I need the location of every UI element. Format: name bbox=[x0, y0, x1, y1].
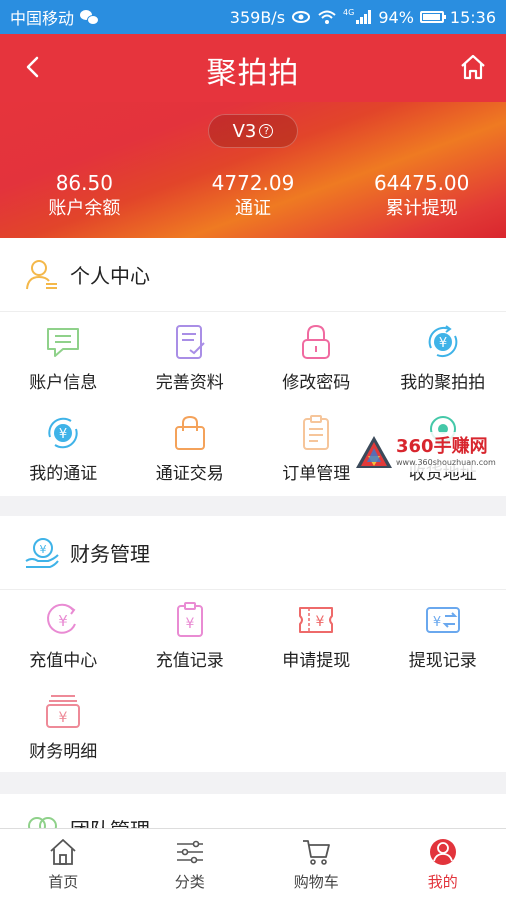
stat-value: 4772.09 bbox=[211, 171, 295, 195]
menu-label: 账户信息 bbox=[29, 373, 98, 393]
svg-text:¥: ¥ bbox=[59, 427, 67, 442]
member-level-badge[interactable]: V3 ? bbox=[208, 114, 298, 148]
menu-label: 通证交易 bbox=[155, 464, 224, 484]
cart-icon bbox=[303, 840, 331, 865]
network-speed: 359B/s bbox=[229, 7, 286, 27]
menu-recharge-records[interactable]: ¥ 充值记录 bbox=[127, 590, 254, 681]
yen-circle-icon: ¥ bbox=[47, 603, 77, 634]
carrier-name: 中国移动 bbox=[10, 9, 75, 28]
stat-label: 账户余额 bbox=[48, 198, 121, 219]
menu-complete-profile[interactable]: 完善资料 bbox=[127, 312, 254, 403]
clipboard-icon bbox=[303, 415, 330, 450]
stat-label: 通证 bbox=[235, 198, 271, 219]
svg-text:¥: ¥ bbox=[439, 336, 447, 351]
user-profile-icon bbox=[26, 259, 57, 289]
user-icon bbox=[429, 839, 456, 865]
svg-text:¥: ¥ bbox=[316, 614, 325, 630]
svg-text:¥: ¥ bbox=[59, 710, 68, 726]
battery-percent: 94% bbox=[378, 7, 414, 27]
help-icon: ? bbox=[259, 124, 274, 138]
watermark-url: www.360shouzhuan.com bbox=[396, 458, 496, 467]
nav-label: 购物车 bbox=[293, 873, 339, 891]
sliders-icon bbox=[176, 840, 203, 864]
edit-document-icon bbox=[175, 325, 205, 359]
nav-label: 我的 bbox=[427, 873, 458, 891]
menu-apply-withdraw[interactable]: ¥ 申请提现 bbox=[253, 590, 380, 681]
bottom-navigation: 首页 分类 购物车 我的 bbox=[0, 828, 506, 900]
clock: 15:36 bbox=[449, 7, 496, 27]
section-header: 个人中心 bbox=[0, 238, 506, 312]
nav-label: 首页 bbox=[48, 873, 79, 891]
svg-text:¥: ¥ bbox=[433, 615, 441, 630]
watermark-text: 360手赚网 bbox=[396, 436, 488, 457]
menu-label: 财务明细 bbox=[29, 742, 98, 762]
menu-label: 充值中心 bbox=[29, 651, 98, 671]
watermark-logo-icon bbox=[356, 436, 392, 468]
menu-label: 我的通证 bbox=[29, 464, 98, 484]
status-bar: 中国移动 359B/s 4G 94% 15:36 bbox=[0, 0, 506, 34]
menu-label: 充值记录 bbox=[155, 651, 224, 671]
account-header: 聚拍拍 V3 ? 86.50 账户余额 4772.09 通证 64475.00 … bbox=[0, 34, 506, 238]
yen-stack-icon: ¥ bbox=[46, 695, 81, 728]
stat-label: 累计提现 bbox=[385, 198, 458, 219]
nav-home[interactable]: 首页 bbox=[0, 829, 127, 900]
home-icon bbox=[50, 839, 76, 865]
menu-token-trade[interactable]: 通证交易 bbox=[127, 403, 254, 494]
yen-ticket-icon: ¥ bbox=[299, 607, 334, 633]
yen-transfer-icon: ¥ bbox=[425, 607, 460, 633]
stat-value: 64475.00 bbox=[373, 171, 470, 195]
menu-label: 提现记录 bbox=[408, 651, 477, 671]
menu-withdraw-records[interactable]: ¥ 提现记录 bbox=[380, 590, 506, 681]
menu-finance-details[interactable]: ¥ 财务明细 bbox=[0, 681, 127, 772]
signal-icon bbox=[356, 10, 372, 24]
shopping-bag-icon bbox=[174, 415, 205, 450]
eye-icon bbox=[292, 11, 311, 23]
nav-label: 分类 bbox=[174, 873, 205, 891]
section-header: ¥ 财务管理 bbox=[0, 516, 506, 590]
menu-my-token[interactable]: ¥ 我的通证 bbox=[0, 403, 127, 494]
menu-account-info[interactable]: 账户信息 bbox=[0, 312, 127, 403]
svg-text:¥: ¥ bbox=[185, 616, 194, 632]
menu-my-jupaipai[interactable]: ¥ 我的聚拍拍 bbox=[380, 312, 506, 403]
finance-hand-icon: ¥ bbox=[25, 537, 59, 568]
stat-value: 86.50 bbox=[55, 171, 113, 195]
finance-menu-grid: ¥ 充值中心 ¥ 充值记录 ¥ 申请提现 ¥ 提现记录 ¥ 财务明细 bbox=[0, 590, 506, 772]
svg-text:¥: ¥ bbox=[40, 543, 47, 556]
section-title: 个人中心 bbox=[70, 264, 150, 288]
nav-category[interactable]: 分类 bbox=[127, 829, 254, 900]
wechat-notification-icon bbox=[80, 10, 100, 25]
menu-label: 完善资料 bbox=[155, 373, 224, 393]
yen-refresh-icon: ¥ bbox=[48, 417, 78, 449]
stat-balance[interactable]: 86.50 账户余额 bbox=[0, 170, 169, 222]
lock-icon bbox=[302, 324, 331, 359]
menu-label: 我的聚拍拍 bbox=[400, 373, 486, 393]
menu-label: 修改密码 bbox=[282, 373, 351, 393]
home-icon[interactable] bbox=[458, 52, 488, 82]
menu-label: 申请提现 bbox=[282, 651, 351, 671]
account-stats: 86.50 账户余额 4772.09 通证 64475.00 累计提现 bbox=[0, 170, 506, 222]
wifi-icon bbox=[318, 10, 336, 24]
page-title: 聚拍拍 bbox=[206, 56, 300, 91]
battery-icon bbox=[419, 11, 446, 23]
section-title: 财务管理 bbox=[70, 542, 150, 566]
menu-recharge-center[interactable]: ¥ 充值中心 bbox=[0, 590, 127, 681]
message-icon bbox=[47, 328, 80, 357]
stat-token[interactable]: 4772.09 通证 bbox=[169, 170, 338, 222]
yen-clipboard-icon: ¥ bbox=[176, 602, 203, 637]
nav-mine[interactable]: 我的 bbox=[380, 829, 506, 900]
finance-section: ¥ 财务管理 ¥ 充值中心 ¥ 充值记录 ¥ 申请提现 ¥ 提现记录 ¥ 财务明… bbox=[0, 516, 506, 772]
level-text: V3 bbox=[232, 120, 257, 142]
stat-total-withdraw[interactable]: 64475.00 累计提现 bbox=[337, 170, 506, 222]
yen-cycle-icon: ¥ bbox=[428, 325, 458, 358]
nav-cart[interactable]: 购物车 bbox=[253, 829, 380, 900]
svg-text:¥: ¥ bbox=[58, 612, 68, 630]
menu-label: 订单管理 bbox=[282, 464, 351, 484]
menu-change-password[interactable]: 修改密码 bbox=[253, 312, 380, 403]
network-type: 4G bbox=[343, 7, 355, 17]
watermark: 360手赚网 www.360shouzhuan.com bbox=[354, 432, 500, 472]
